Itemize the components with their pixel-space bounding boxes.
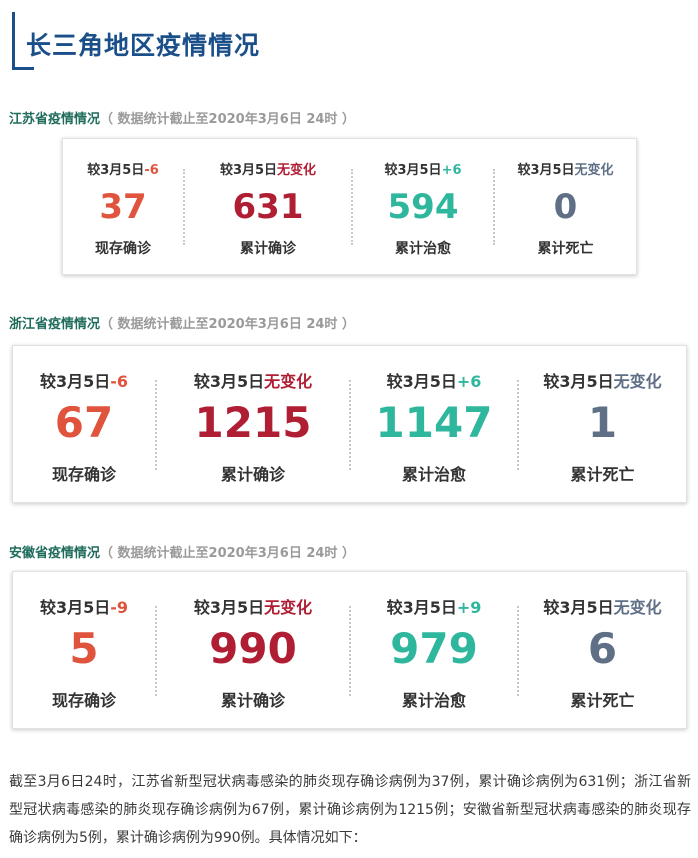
stat-current: 较3月5日-9 5 现存确诊 (13, 572, 155, 728)
stat-compare: 较3月5日无变化 (193, 372, 313, 391)
stat-cumulative: 较3月5日无变化 1215 累计确诊 (157, 346, 349, 502)
stat-compare: 较3月5日+6 (384, 163, 462, 178)
stat-current: 较3月5日-6 37 现存确诊 (63, 139, 183, 274)
stat-value: 6 (587, 624, 618, 673)
stat-value: 990 (209, 624, 297, 673)
stat-value: 1215 (194, 398, 312, 447)
stat-label: 现存确诊 (51, 465, 116, 484)
stat-compare: 较3月5日无变化 (543, 372, 662, 391)
stats-card-anhui: 较3月5日-9 5 现存确诊 较3月5日无变化 990 累计确诊 较3月5日+9… (12, 571, 687, 729)
stat-cured: 较3月5日+9 979 累计治愈 (351, 572, 517, 728)
stat-value: 1 (587, 398, 618, 447)
stat-value: 979 (390, 624, 478, 673)
stat-cured: 较3月5日+6 1147 累计治愈 (351, 346, 517, 502)
stat-compare: 较3月5日-6 (87, 163, 159, 178)
title-accent-foot (12, 67, 34, 70)
stat-cumulative: 较3月5日无变化 631 累计确诊 (185, 139, 351, 274)
stat-value: 1147 (375, 398, 493, 447)
section-header-jiangsu: 江苏省疫情情况（ 数据统计截止至2020年3月6日 24时 ） (9, 108, 355, 127)
stat-value: 0 (553, 187, 578, 227)
stat-cured: 较3月5日+6 594 累计治愈 (353, 139, 493, 274)
stat-compare: 较3月5日无变化 (517, 163, 614, 178)
page-title-block: 长三角地区疫情情况 (12, 12, 412, 70)
stat-label: 累计治愈 (401, 465, 466, 484)
stat-compare: 较3月5日-9 (39, 598, 129, 617)
stat-current: 较3月5日-6 67 现存确诊 (13, 346, 155, 502)
stat-value: 594 (387, 187, 459, 227)
stat-label: 累计确诊 (220, 465, 285, 484)
stat-death: 较3月5日无变化 0 累计死亡 (495, 139, 636, 274)
stat-compare: 较3月5日无变化 (193, 598, 313, 617)
stat-label: 累计确诊 (220, 691, 285, 710)
stat-label: 累计死亡 (537, 241, 594, 257)
stat-compare: 较3月5日无变化 (219, 163, 317, 178)
stats-card-zhejiang: 较3月5日-6 67 现存确诊 较3月5日无变化 1215 累计确诊 较3月5日… (12, 345, 687, 503)
section-note: （ 数据统计截止至2020年3月6日 24时 ） (100, 546, 355, 561)
stat-value: 67 (54, 398, 114, 447)
page-title: 长三角地区疫情情况 (26, 31, 261, 60)
section-name: 安徽省疫情情况 (9, 546, 101, 561)
stat-label: 现存确诊 (51, 691, 116, 710)
section-note: （ 数据统计截止至2020年3月6日 24时 ） (100, 112, 355, 127)
stat-label: 现存确诊 (95, 241, 151, 257)
title-accent-bar (12, 12, 15, 70)
stat-label: 累计治愈 (401, 691, 466, 710)
stat-death: 较3月5日无变化 1 累计死亡 (519, 346, 686, 502)
stat-cumulative: 较3月5日无变化 990 累计确诊 (157, 572, 349, 728)
stat-compare: 较3月5日+9 (386, 598, 482, 617)
stat-compare: 较3月5日-6 (39, 372, 129, 391)
stat-death: 较3月5日无变化 6 累计死亡 (519, 572, 686, 728)
stat-compare: 较3月5日+6 (386, 372, 482, 391)
summary-paragraph: 截至3月6日24时，江苏省新型冠状病毒感染的肺炎现存确诊病例为37例，累计确诊病… (9, 774, 691, 846)
stat-value: 5 (69, 624, 99, 673)
stats-card-jiangsu: 较3月5日-6 37 现存确诊 较3月5日无变化 631 累计确诊 较3月5日+… (62, 138, 637, 275)
stat-label: 累计治愈 (395, 241, 451, 257)
stat-label: 累计确诊 (240, 241, 296, 257)
section-name: 浙江省疫情情况 (9, 317, 101, 332)
stat-value: 631 (232, 187, 304, 227)
section-header-zhejiang: 浙江省疫情情况（ 数据统计截止至2020年3月6日 24时 ） (9, 313, 355, 332)
section-name: 江苏省疫情情况 (9, 112, 101, 127)
section-note: （ 数据统计截止至2020年3月6日 24时 ） (100, 317, 355, 332)
stat-label: 累计死亡 (570, 691, 635, 710)
stat-value: 37 (99, 187, 147, 227)
stat-compare: 较3月5日无变化 (543, 598, 662, 617)
section-header-anhui: 安徽省疫情情况（ 数据统计截止至2020年3月6日 24时 ） (9, 542, 355, 561)
stat-label: 累计死亡 (570, 465, 635, 484)
